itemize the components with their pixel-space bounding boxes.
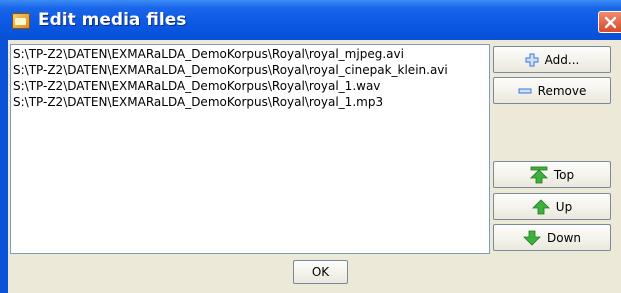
move-to-top-icon — [529, 166, 548, 184]
ok-button[interactable]: OK — [293, 260, 348, 284]
close-icon — [604, 16, 617, 29]
window-title: Edit media files — [38, 10, 187, 30]
arrow-up-icon — [531, 198, 550, 215]
top-button-label: Top — [553, 167, 575, 182]
remove-button[interactable]: Remove — [493, 77, 611, 104]
top-button[interactable]: Top — [493, 161, 611, 188]
title-bar[interactable]: Edit media files — [0, 0, 621, 40]
list-item[interactable]: S:\TP-Z2\DATEN\EXMARaLDA_DemoKorpus\Roya… — [13, 63, 448, 78]
app-icon — [12, 13, 30, 29]
down-button-label: Down — [546, 230, 581, 245]
remove-button-label: Remove — [537, 83, 587, 98]
list-item[interactable]: S:\TP-Z2\DATEN\EXMARaLDA_DemoKorpus\Roya… — [13, 95, 383, 110]
list-item[interactable]: S:\TP-Z2\DATEN\EXMARaLDA_DemoKorpus\Roya… — [13, 79, 380, 94]
add-button-label: Add... — [544, 52, 580, 67]
add-button[interactable]: Add... — [493, 46, 611, 73]
close-button[interactable] — [598, 11, 621, 33]
list-item[interactable]: S:\TP-Z2\DATEN\EXMARaLDA_DemoKorpus\Roya… — [13, 47, 404, 62]
ok-button-label: OK — [311, 265, 330, 279]
up-button-label: Up — [555, 199, 573, 214]
dialog-window: Edit media files S:\TP-Z2\DATEN\EXMARaLD… — [0, 0, 621, 293]
up-button[interactable]: Up — [493, 193, 611, 220]
media-file-list[interactable]: S:\TP-Z2\DATEN\EXMARaLDA_DemoKorpus\Roya… — [10, 44, 490, 254]
down-button[interactable]: Down — [493, 224, 611, 251]
minus-icon — [518, 87, 532, 95]
arrow-down-icon — [523, 230, 541, 246]
plus-icon — [525, 53, 539, 67]
